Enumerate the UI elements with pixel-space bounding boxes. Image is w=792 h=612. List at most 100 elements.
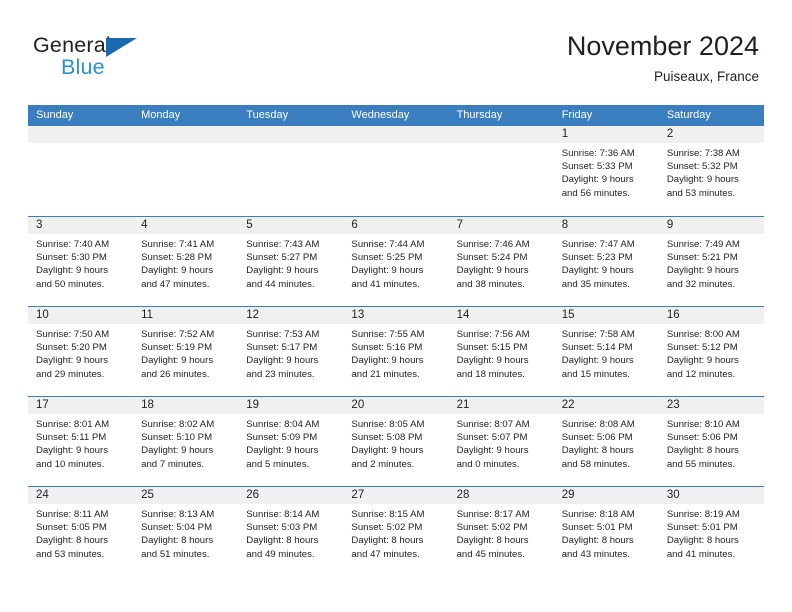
day-number: 3	[28, 217, 134, 234]
day-detail-line: Daylight: 8 hours	[246, 535, 319, 547]
day-detail-line: Sunrise: 8:10 AM	[666, 419, 740, 430]
day-detail-line: Sunset: 5:27 PM	[246, 252, 318, 264]
day-cell-16[interactable]: 16 Sunrise: 8:00 AM Sunset: 5:12 PM Dayligh…	[658, 307, 764, 396]
day-number	[238, 126, 344, 143]
weekday-header-thursday: Thursday	[456, 109, 503, 121]
day-detail-line: Sunset: 5:20 PM	[36, 342, 107, 354]
day-details	[133, 143, 238, 147]
day-cell-29[interactable]: 29 Sunrise: 8:18 AM Sunset: 5:01 PM Dayligh…	[553, 487, 659, 576]
day-number: 21	[448, 397, 554, 414]
day-number: 7	[448, 217, 554, 234]
day-number: 11	[133, 307, 239, 324]
day-cell-27[interactable]: 27 Sunrise: 8:15 AM Sunset: 5:02 PM Dayligh…	[343, 487, 449, 576]
day-detail-line: Sunrise: 7:43 AM	[246, 239, 320, 250]
day-detail-line: Sunrise: 8:18 AM	[561, 509, 635, 520]
day-cell-30[interactable]: 30 Sunrise: 8:19 AM Sunset: 5:01 PM Dayligh…	[658, 487, 764, 576]
day-detail-line: Sunset: 5:02 PM	[456, 522, 528, 534]
day-detail-line: Daylight: 9 hours	[246, 265, 319, 277]
day-cell-15[interactable]: 15 Sunrise: 7:58 AM Sunset: 5:14 PM Dayligh…	[553, 307, 659, 396]
day-cell-25[interactable]: 25 Sunrise: 8:13 AM Sunset: 5:04 PM Dayligh…	[133, 487, 239, 576]
day-detail-line: Sunset: 5:14 PM	[561, 342, 633, 354]
general-blue-logo[interactable]: General Blue	[33, 33, 213, 85]
day-detail-line: Daylight: 9 hours	[666, 355, 739, 367]
calendar-week-row: 24 Sunrise: 8:11 AM Sunset: 5:05 PM Dayligh…	[28, 486, 764, 576]
day-cell-7[interactable]: 7 Sunrise: 7:46 AM Sunset: 5:24 PM Daylight…	[448, 217, 554, 306]
day-detail-line: and 38 minutes.	[456, 278, 525, 290]
day-details	[28, 143, 133, 147]
day-detail-line: Daylight: 9 hours	[666, 265, 739, 277]
day-cell-1[interactable]: 1 Sunrise: 7:36 AM Sunset: 5:33 PM Daylight…	[553, 126, 659, 216]
day-cell-28[interactable]: 28 Sunrise: 8:17 AM Sunset: 5:02 PM Dayligh…	[448, 487, 554, 576]
day-detail-line: and 45 minutes.	[456, 548, 525, 560]
day-number: 4	[133, 217, 239, 234]
day-details: Sunrise: 8:02 AM Sunset: 5:10 PM Daylight:…	[133, 414, 238, 471]
day-detail-line: and 35 minutes.	[561, 278, 630, 290]
calendar-grid: Sunday Monday Tuesday Wednesday Thursday Frid…	[28, 105, 764, 576]
day-details: Sunrise: 7:40 AM Sunset: 5:30 PM Daylight:…	[28, 234, 133, 291]
day-cell-24[interactable]: 24 Sunrise: 8:11 AM Sunset: 5:05 PM Dayligh…	[28, 487, 134, 576]
day-detail-line: Sunrise: 7:47 AM	[561, 239, 635, 250]
day-cell-9[interactable]: 9 Sunrise: 7:49 AM Sunset: 5:21 PM Daylight…	[658, 217, 764, 306]
day-details	[343, 143, 448, 147]
calendar-week-row: 3 Sunrise: 7:40 AM Sunset: 5:30 PM Daylight…	[28, 216, 764, 306]
day-detail-line: Sunrise: 7:53 AM	[246, 329, 320, 340]
day-detail-line: Sunset: 5:17 PM	[246, 342, 318, 354]
day-cell-4[interactable]: 4 Sunrise: 7:41 AM Sunset: 5:28 PM Daylight…	[133, 217, 239, 306]
day-detail-line: Sunset: 5:30 PM	[36, 252, 107, 264]
day-cell-8[interactable]: 8 Sunrise: 7:47 AM Sunset: 5:23 PM Daylight…	[553, 217, 659, 306]
day-cell-22[interactable]: 22 Sunrise: 8:08 AM Sunset: 5:06 PM Dayligh…	[553, 397, 659, 486]
day-cell-13[interactable]: 13 Sunrise: 7:55 AM Sunset: 5:16 PM Dayligh…	[343, 307, 449, 396]
day-cell-26[interactable]: 26 Sunrise: 8:14 AM Sunset: 5:03 PM Dayligh…	[238, 487, 344, 576]
day-details: Sunrise: 8:01 AM Sunset: 5:11 PM Daylight:…	[28, 414, 133, 471]
day-detail-line: Sunset: 5:23 PM	[561, 252, 633, 264]
day-cell-10[interactable]: 10 Sunrise: 7:50 AM Sunset: 5:20 PM Dayligh…	[28, 307, 134, 396]
day-details: Sunrise: 7:52 AM Sunset: 5:19 PM Daylight:…	[133, 324, 238, 381]
day-number: 10	[28, 307, 134, 324]
day-cell-18[interactable]: 18 Sunrise: 8:02 AM Sunset: 5:10 PM Dayligh…	[133, 397, 239, 486]
day-detail-line: and 56 minutes.	[561, 187, 630, 199]
day-cell-empty	[448, 126, 554, 216]
day-detail-line: and 0 minutes.	[456, 458, 520, 470]
day-cell-21[interactable]: 21 Sunrise: 8:07 AM Sunset: 5:07 PM Dayligh…	[448, 397, 554, 486]
day-cell-11[interactable]: 11 Sunrise: 7:52 AM Sunset: 5:19 PM Dayligh…	[133, 307, 239, 396]
day-detail-line: Sunset: 5:01 PM	[666, 522, 738, 534]
day-detail-line: Sunrise: 8:01 AM	[36, 419, 110, 430]
day-details: Sunrise: 7:41 AM Sunset: 5:28 PM Daylight:…	[133, 234, 238, 291]
day-detail-line: Sunrise: 7:56 AM	[456, 329, 530, 340]
day-details: Sunrise: 8:14 AM Sunset: 5:03 PM Daylight:…	[238, 504, 343, 561]
day-detail-line: and 10 minutes.	[36, 458, 105, 470]
day-detail-line: Sunset: 5:06 PM	[561, 432, 633, 444]
page-title: November 2024	[566, 31, 759, 61]
day-cell-19[interactable]: 19 Sunrise: 8:04 AM Sunset: 5:09 PM Dayligh…	[238, 397, 344, 486]
day-detail-line: Daylight: 8 hours	[141, 535, 214, 547]
day-detail-line: Sunset: 5:05 PM	[36, 522, 107, 534]
day-cell-6[interactable]: 6 Sunrise: 7:44 AM Sunset: 5:25 PM Daylight…	[343, 217, 449, 306]
weekday-header-tuesday: Tuesday	[246, 109, 289, 121]
page-subtitle: Puiseaux, France	[653, 69, 759, 84]
day-cell-14[interactable]: 14 Sunrise: 7:56 AM Sunset: 5:15 PM Dayligh…	[448, 307, 554, 396]
day-cell-17[interactable]: 17 Sunrise: 8:01 AM Sunset: 5:11 PM Dayligh…	[28, 397, 134, 486]
day-cell-12[interactable]: 12 Sunrise: 7:53 AM Sunset: 5:17 PM Dayligh…	[238, 307, 344, 396]
day-detail-line: Daylight: 8 hours	[561, 535, 634, 547]
day-detail-line: Sunrise: 7:44 AM	[351, 239, 425, 250]
day-cell-3[interactable]: 3 Sunrise: 7:40 AM Sunset: 5:30 PM Daylight…	[28, 217, 134, 306]
day-detail-line: and 49 minutes.	[246, 548, 315, 560]
day-detail-line: Sunrise: 8:05 AM	[351, 419, 425, 430]
day-detail-line: and 18 minutes.	[456, 368, 525, 380]
day-number: 15	[553, 307, 659, 324]
day-detail-line: Sunrise: 8:15 AM	[351, 509, 425, 520]
day-detail-line: Daylight: 9 hours	[141, 355, 214, 367]
day-details: Sunrise: 8:05 AM Sunset: 5:08 PM Daylight:…	[343, 414, 448, 471]
day-cell-5[interactable]: 5 Sunrise: 7:43 AM Sunset: 5:27 PM Daylight…	[238, 217, 344, 306]
day-detail-line: and 32 minutes.	[666, 278, 736, 290]
day-detail-line: and 55 minutes.	[666, 458, 736, 470]
calendar-week-row: 1 Sunrise: 7:36 AM Sunset: 5:33 PM Daylight…	[28, 126, 764, 216]
day-cell-20[interactable]: 20 Sunrise: 8:05 AM Sunset: 5:08 PM Dayligh…	[343, 397, 449, 486]
day-details: Sunrise: 8:04 AM Sunset: 5:09 PM Daylight:…	[238, 414, 343, 471]
day-detail-line: Daylight: 9 hours	[36, 265, 108, 277]
day-cell-2[interactable]: 2 Sunrise: 7:38 AM Sunset: 5:32 PM Daylight…	[658, 126, 764, 216]
day-number: 2	[658, 126, 764, 143]
weekday-header-friday: Friday	[561, 109, 593, 121]
day-detail-line: Sunset: 5:25 PM	[351, 252, 423, 264]
day-cell-23[interactable]: 23 Sunrise: 8:10 AM Sunset: 5:06 PM Dayligh…	[658, 397, 764, 486]
